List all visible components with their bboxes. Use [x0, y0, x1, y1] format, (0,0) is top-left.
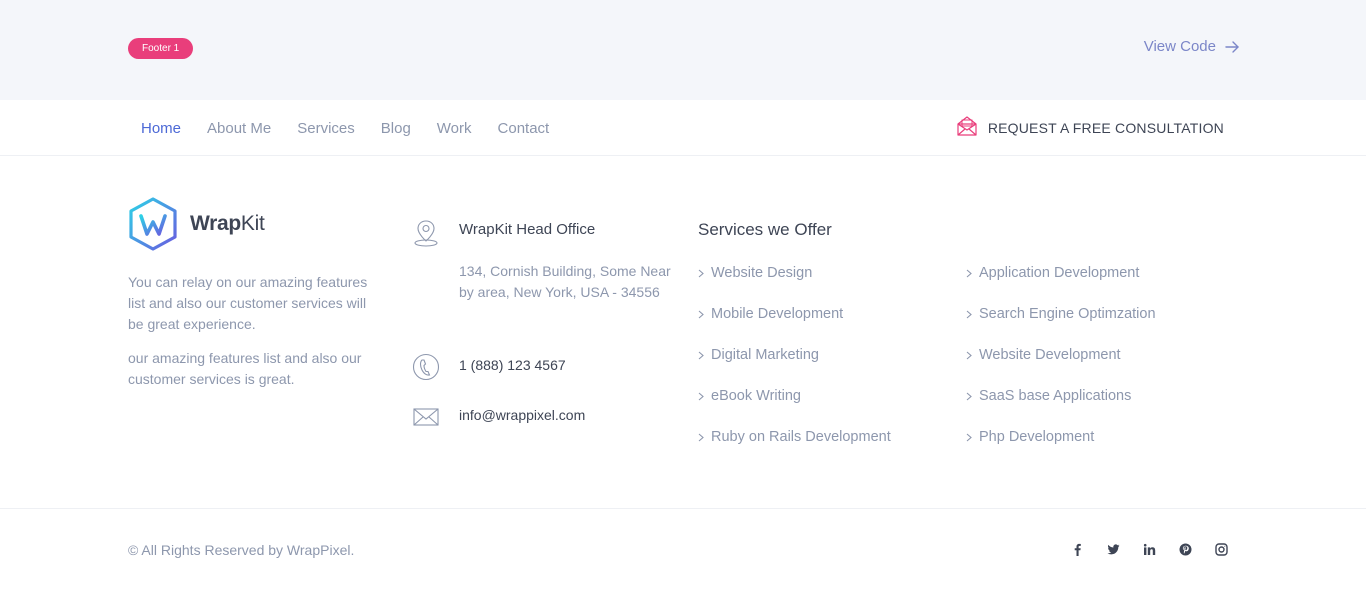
chevron-right-icon: [698, 392, 704, 401]
twitter-link[interactable]: [1106, 541, 1120, 557]
nav-links: Home About Me Services Blog Work Contact: [128, 100, 562, 156]
brand-column: WrapKit You can relay on our amazing fea…: [128, 196, 378, 390]
chevron-right-icon: [698, 269, 704, 278]
chevron-right-icon: [698, 310, 704, 319]
contact-column: WrapKit Head Office 134, Cornish Buildin…: [411, 196, 681, 426]
top-banner: Footer 1 View Code: [0, 0, 1366, 100]
logo-text: WrapKit: [190, 212, 265, 235]
chevron-right-icon: [966, 392, 972, 401]
phone-number[interactable]: 1 (888) 123 4567: [459, 352, 566, 376]
view-code-label: View Code: [1143, 38, 1216, 55]
chevron-right-icon: [966, 351, 972, 360]
service-link[interactable]: Website Development: [966, 334, 1156, 375]
service-link[interactable]: Website Design: [698, 252, 891, 293]
services-column: Services we Offer Website Design Mobile …: [698, 196, 1258, 462]
envelope-icon: [413, 408, 439, 426]
navbar: Home About Me Services Blog Work Contact…: [0, 100, 1366, 156]
nav-item-contact[interactable]: Contact: [485, 120, 563, 137]
services-grid: Website Design Mobile Development Digita…: [698, 252, 1258, 462]
nav-item-home[interactable]: Home: [128, 120, 194, 137]
services-list-right: Application Development Search Engine Op…: [966, 252, 1156, 457]
twitter-icon: [1107, 543, 1119, 554]
map-pin-icon: [414, 220, 438, 247]
bottom-bar: © All Rights Reserved by WrapPixel.: [0, 508, 1366, 589]
office-address-block: WrapKit Head Office 134, Cornish Buildin…: [411, 196, 681, 303]
arrow-right-icon: [1225, 41, 1239, 53]
logo[interactable]: WrapKit: [128, 196, 378, 252]
phone-block: 1 (888) 123 4567: [411, 352, 566, 381]
pinterest-icon: [1179, 543, 1191, 555]
envelope-open-icon: [957, 116, 977, 136]
view-code-link[interactable]: View Code: [1144, 37, 1240, 57]
pinterest-link[interactable]: [1178, 541, 1192, 557]
copyright-text: © All Rights Reserved by WrapPixel.: [128, 542, 355, 558]
services-list-left: Website Design Mobile Development Digita…: [698, 252, 891, 457]
email-address[interactable]: info@wrappixel.com: [459, 402, 585, 426]
email-block: info@wrappixel.com: [411, 402, 585, 426]
instagram-link[interactable]: [1214, 541, 1228, 557]
service-link[interactable]: Digital Marketing: [698, 334, 891, 375]
office-title: WrapKit Head Office: [459, 221, 596, 238]
chevron-right-icon: [966, 433, 972, 442]
chevron-right-icon: [698, 351, 704, 360]
cta-label: REQUEST A FREE CONSULTATION: [987, 120, 1224, 136]
nav-item-services[interactable]: Services: [284, 120, 368, 137]
social-links: [1070, 541, 1228, 557]
linkedin-icon: [1143, 543, 1155, 555]
brand-description: You can relay on our amazing features li…: [128, 274, 368, 332]
footer-badge: Footer 1: [128, 38, 194, 59]
service-link[interactable]: Php Development: [966, 416, 1156, 457]
service-link[interactable]: Ruby on Rails Development: [698, 416, 891, 457]
brand-description-secondary: our amazing features list and also our c…: [128, 350, 362, 387]
service-link[interactable]: Search Engine Optimzation: [966, 293, 1156, 334]
chevron-right-icon: [966, 310, 972, 319]
facebook-link[interactable]: [1070, 541, 1084, 557]
wrapkit-logo-icon: [129, 197, 177, 251]
service-link[interactable]: eBook Writing: [698, 375, 891, 416]
linkedin-link[interactable]: [1142, 541, 1156, 557]
services-title: Services we Offer: [698, 220, 832, 239]
nav-item-work[interactable]: Work: [424, 120, 485, 137]
service-link[interactable]: Application Development: [966, 252, 1156, 293]
chevron-right-icon: [698, 433, 704, 442]
nav-item-blog[interactable]: Blog: [368, 120, 424, 137]
phone-icon: [412, 353, 440, 381]
request-consultation-button[interactable]: REQUEST A FREE CONSULTATION: [956, 100, 1224, 156]
chevron-right-icon: [966, 269, 972, 278]
service-link[interactable]: Mobile Development: [698, 293, 891, 334]
service-link[interactable]: SaaS base Applications: [966, 375, 1156, 416]
instagram-icon: [1214, 542, 1228, 556]
nav-item-about-me[interactable]: About Me: [194, 120, 284, 137]
office-address: 134, Cornish Building, Some Near by area…: [459, 263, 671, 300]
facebook-icon: [1074, 543, 1081, 556]
